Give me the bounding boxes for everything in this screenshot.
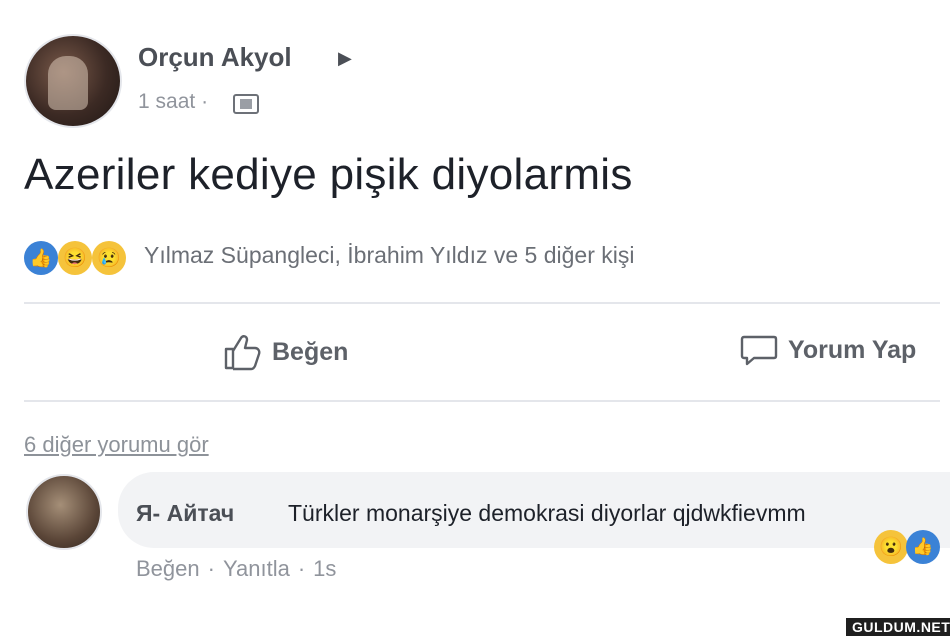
divider-top bbox=[24, 302, 940, 304]
comment-text: Türkler monarşiye demokrasi diyorlar qjd… bbox=[288, 500, 806, 526]
like-button-label: Beğen bbox=[272, 337, 349, 366]
post-time[interactable]: 1 saat bbox=[138, 90, 195, 113]
post-author-name[interactable]: Orçun Akyol bbox=[138, 42, 292, 73]
haha-reaction-icon[interactable]: 😆 bbox=[58, 241, 92, 275]
sad-reaction-icon[interactable]: 😢 bbox=[92, 241, 126, 275]
comment-author-name[interactable]: Я- Айтач bbox=[136, 500, 234, 527]
wow-reaction-icon[interactable]: 😮 bbox=[874, 530, 908, 564]
reactions-summary[interactable]: Yılmaz Süpangleci, İbrahim Yıldız ve 5 d… bbox=[144, 242, 634, 269]
divider-bottom bbox=[24, 400, 940, 402]
like-reaction-icon[interactable]: 👍 bbox=[906, 530, 940, 564]
comment-time[interactable]: 1s bbox=[313, 556, 336, 582]
public-privacy-icon[interactable] bbox=[233, 94, 259, 114]
author-avatar[interactable] bbox=[24, 34, 122, 128]
comment-reply-link[interactable]: Yanıtla bbox=[223, 556, 290, 582]
speech-bubble-icon bbox=[740, 335, 778, 366]
like-reaction-icon[interactable]: 👍 bbox=[24, 241, 58, 275]
thumbs-up-icon bbox=[224, 335, 261, 371]
comment-button[interactable]: Yorum Yap bbox=[740, 332, 916, 368]
post-text: Azeriler kediye pişik diyolarmis bbox=[24, 150, 633, 199]
see-more-comments-link[interactable]: 6 diğer yorumu gör bbox=[24, 432, 209, 458]
post-meta: 1 saat · bbox=[138, 90, 208, 114]
play-arrow-icon: ▶ bbox=[338, 48, 352, 68]
comment-like-link[interactable]: Beğen bbox=[136, 556, 200, 582]
comment-button-label: Yorum Yap bbox=[788, 335, 917, 364]
comment-actions: Beğen · Yanıtla · 1s bbox=[136, 556, 336, 582]
comment-separator: · bbox=[297, 556, 306, 581]
commenter-avatar[interactable] bbox=[26, 474, 102, 550]
comment-separator: · bbox=[207, 556, 215, 581]
meta-separator: · bbox=[201, 90, 209, 113]
watermark-logo: GULDUM.NET bbox=[846, 618, 950, 636]
like-button[interactable]: Beğen bbox=[222, 332, 348, 372]
